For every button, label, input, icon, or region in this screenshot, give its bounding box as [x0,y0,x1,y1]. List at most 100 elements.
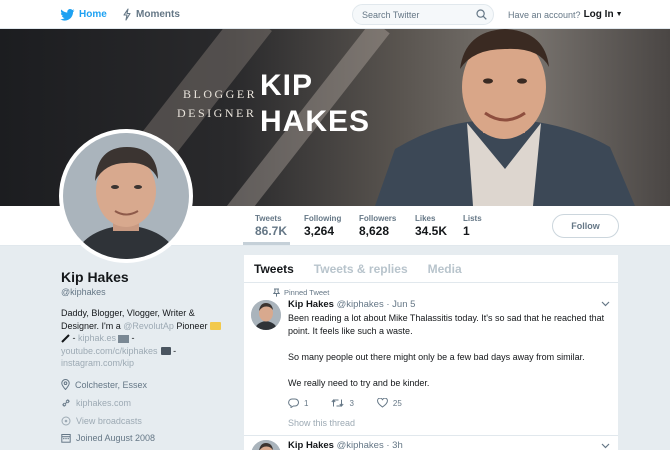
stat-label: Tweets [255,214,282,223]
heart-icon [377,398,388,408]
bio-text: - [170,345,177,356]
twitter-bird-icon [60,8,75,21]
profile-website: kiphakes.com [61,398,131,408]
chevron-down-icon[interactable]: ▼ [616,11,623,18]
avatar-photo [63,133,189,259]
pin-icon [273,288,280,297]
stat-likes[interactable]: Likes 34.5K [415,214,447,238]
login-link[interactable]: Log In [584,9,614,20]
stat-value: 3,264 [304,224,335,238]
reply-icon [288,398,299,408]
pinned-text: Pinned Tweet [284,288,330,297]
like-action[interactable]: 25 [377,398,402,408]
lightning-icon [123,8,131,21]
broadcast-icon [61,416,71,426]
bio-instagram-link[interactable]: instagram.com/kip [61,358,134,368]
stat-value: 1 [463,224,470,238]
search-box [352,4,494,25]
stat-tweets[interactable]: Tweets 86.7K [255,214,287,238]
camera-emoji-icon [160,347,171,356]
stat-followers[interactable]: Followers 8,628 [359,214,396,238]
retweet-count: 3 [349,398,354,408]
tweet-header: Kip Hakes @kiphakes · 3h [288,440,403,450]
chevron-down-icon[interactable] [601,299,610,309]
tab-tweets[interactable]: Tweets [254,262,294,276]
stat-label: Likes [415,214,436,223]
tweet-actions: 1 3 25 [288,398,425,408]
banner-blogger-text: BLOGGER [183,87,258,101]
show-thread-link[interactable]: Show this thread [288,418,355,428]
stat-value: 34.5K [415,224,448,238]
home-label: Home [79,9,107,20]
joined-text: Joined August 2008 [76,433,156,443]
profile-joined: Joined August 2008 [61,433,155,443]
stat-label: Following [304,214,342,223]
bio-text: Pioneer [173,320,210,331]
chevron-down-icon[interactable] [601,441,610,450]
nav-home[interactable]: Home [60,0,107,29]
banner-kip-text: KIP [260,69,314,102]
stat-label: Lists [463,214,482,223]
tweet-text: We really need to try and be kinder. [288,378,430,388]
location-text: Colchester, Essex [75,379,148,390]
like-count: 25 [392,398,402,408]
website-link[interactable]: kiphakes.com [76,398,131,408]
reply-action[interactable]: 1 [288,398,308,408]
pen-emoji-icon [61,334,70,343]
tweet-author-name[interactable]: Kip Hakes [288,299,334,310]
reply-count: 1 [304,398,309,408]
tab-media[interactable]: Media [428,262,462,276]
banner-designer-text: DESIGNER [177,106,257,120]
tweet-meta[interactable]: @kiphakes · Jun 5 [337,299,416,310]
retweet-action[interactable]: 3 [331,398,354,408]
profile-handle: @kiphakes [61,287,106,297]
tweet-author-name[interactable]: Kip Hakes [288,440,334,450]
follow-button[interactable]: Follow [552,214,619,238]
banner-hakes-text: HAKES [260,105,371,138]
film-emoji-icon [118,334,130,343]
tab-tweets-replies[interactable]: Tweets & replies [314,262,408,276]
link-icon [62,399,70,407]
retweet-icon [331,399,345,407]
search-input[interactable] [362,9,472,20]
tweet-text: So many people out there might only be a… [288,352,585,362]
credit-card-emoji-icon [209,322,221,331]
pinned-label: Pinned Tweet [273,288,329,297]
search-icon[interactable] [476,9,487,20]
tweet-avatar[interactable] [251,440,281,450]
bio-website-link[interactable]: kiphak.es [78,333,116,343]
bio-text: - [70,333,78,343]
tweet-text: Been reading a lot about Mike Thalassiti… [288,313,605,336]
timeline: Tweets Tweets & replies Media Pinned Twe… [244,255,618,450]
stat-label: Followers [359,214,397,223]
profile-broadcasts: View broadcasts [61,416,142,426]
avatar[interactable] [59,129,193,263]
profile-name: Kip Hakes [61,269,129,285]
bio-text: Designer. I'm a [61,320,124,331]
profile-location: Colchester, Essex [61,379,147,390]
profile-bio: Daddy, Blogger, Vlogger, Writer & Design… [61,307,229,370]
bio-youtube-link[interactable]: youtube.com/c/kiphakes [61,346,158,356]
tweet-meta[interactable]: @kiphakes · 3h [337,440,403,450]
moments-label: Moments [136,9,180,20]
view-broadcasts-link[interactable]: View broadcasts [76,416,142,426]
stat-value: 8,628 [359,224,390,238]
bio-text: - [129,333,135,343]
active-stat-underline [243,242,290,245]
stat-lists[interactable]: Lists 1 [463,214,482,238]
banner-portrait [375,29,635,206]
bio-line: Daddy, Blogger, Vlogger, Writer & [61,308,195,318]
location-pin-icon [61,379,70,390]
timeline-tabs: Tweets Tweets & replies Media [244,255,618,283]
tweet-avatar[interactable] [251,300,281,330]
calendar-icon [61,434,71,443]
pinned-tweet[interactable]: Pinned Tweet Kip Hakes @kiphakes · Jun 5… [244,284,618,436]
stat-value: 86.7K [255,224,288,238]
stat-following[interactable]: Following 3,264 [304,214,341,238]
bio-mention-link[interactable]: @RevolutAp [123,321,174,331]
nav-moments[interactable]: Moments [122,0,180,29]
tweet[interactable]: Kip Hakes @kiphakes · 3h [244,437,618,450]
top-navigation-bar: Home Moments Have an account? Log In ▼ [0,0,670,29]
account-prompt: Have an account? [508,9,581,20]
tweet-header: Kip Hakes @kiphakes · Jun 5 [288,299,415,310]
